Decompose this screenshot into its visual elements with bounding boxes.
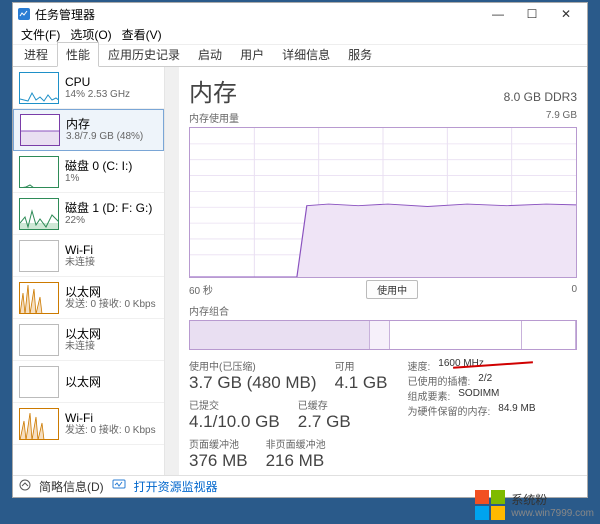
cpu-thumb (19, 72, 59, 104)
stat-cached-label: 已缓存 (298, 397, 351, 412)
stat-avail-value: 4.1 GB (335, 373, 388, 393)
stat-nonpaged-value: 216 MB (266, 451, 326, 471)
eth2-thumb (19, 366, 59, 398)
tab-startup[interactable]: 启动 (189, 42, 231, 66)
stat-paged-label: 页面缓冲池 (189, 436, 248, 451)
sidebar-item-label: 以太网 (65, 327, 101, 341)
kv-slots-value: 2/2 (478, 373, 492, 388)
stat-avail-label: 可用 (335, 358, 388, 373)
sidebar-item-disk0[interactable]: 磁盘 0 (C: I:)1% (13, 151, 164, 193)
page-title: 内存 (189, 73, 237, 108)
sidebar-item-sub: 发送: 0 接收: 0 Kbps (65, 299, 156, 311)
stat-inuse-label: 使用中(已压缩) (189, 358, 317, 373)
minimize-button[interactable]: — (481, 4, 515, 24)
memory-hardware: 8.0 GB DDR3 (504, 90, 577, 104)
memory-chart (189, 127, 577, 278)
sidebar-item-sub: 未连接 (65, 341, 101, 353)
disk0-thumb (19, 156, 59, 188)
usage-max: 7.9 GB (546, 110, 577, 125)
sidebar-item-label: CPU (65, 75, 130, 89)
sidebar-item-disk1[interactable]: 磁盘 1 (D: F: G:)22% (13, 193, 164, 235)
kv-hw-value: 84.9 MB (498, 403, 535, 418)
sidebar-item-eth2[interactable]: 以太网 (13, 361, 164, 403)
main-panel: 内存 8.0 GB DDR3 内存使用量 7.9 GB (179, 67, 587, 475)
window-title: 任务管理器 (35, 6, 481, 23)
sidebar-item-memory[interactable]: 内存3.8/7.9 GB (48%) (13, 109, 164, 151)
tab-users[interactable]: 用户 (231, 42, 273, 66)
tab-services[interactable]: 服务 (339, 42, 381, 66)
windows-logo-icon (475, 490, 505, 520)
fewer-details-button[interactable]: 简略信息(D) (39, 478, 104, 495)
sidebar-item-label: 以太网 (65, 285, 156, 299)
watermark-text: 系统粉 (511, 491, 594, 508)
sidebar-item-label: Wi-Fi (65, 411, 156, 425)
x-left: 60 秒 (189, 282, 213, 297)
sidebar-item-label: 磁盘 0 (C: I:) (65, 159, 132, 173)
sidebar-item-sub: 14% 2.53 GHz (65, 89, 130, 101)
tabbar: 进程 性能 应用历史记录 启动 用户 详细信息 服务 (13, 45, 587, 67)
maximize-button[interactable]: ☐ (515, 4, 549, 24)
sidebar-item-cpu[interactable]: CPU14% 2.53 GHz (13, 67, 164, 109)
kv-hw-label: 为硬件保留的内存: (407, 403, 490, 418)
stat-commit-value: 4.1/10.0 GB (189, 412, 280, 432)
tab-details[interactable]: 详细信息 (273, 42, 339, 66)
sidebar-item-wifi1[interactable]: Wi-Fi发送: 0 接收: 0 Kbps (13, 403, 164, 445)
wifi0-thumb (19, 240, 59, 272)
app-icon (17, 7, 31, 21)
stat-nonpaged-label: 非页面缓冲池 (266, 436, 326, 451)
kv-form-label: 组成要素: (407, 388, 450, 403)
sidebar: CPU14% 2.53 GHz 内存3.8/7.9 GB (48%) 磁盘 0 … (13, 67, 165, 475)
stat-cached-value: 2.7 GB (298, 412, 351, 432)
stat-inuse-value: 3.7 GB (480 MB) (189, 373, 317, 393)
titlebar[interactable]: 任务管理器 — ☐ ✕ (13, 3, 587, 25)
kv-slots-label: 已使用的插槽: (407, 373, 470, 388)
tab-processes[interactable]: 进程 (15, 42, 57, 66)
stat-commit-label: 已提交 (189, 397, 280, 412)
sidebar-item-sub: 3.8/7.9 GB (48%) (66, 131, 143, 143)
disk1-thumb (19, 198, 59, 230)
monitor-icon (112, 479, 126, 494)
sidebar-item-label: 磁盘 1 (D: F: G:) (65, 201, 152, 215)
sidebar-item-sub: 未连接 (65, 257, 95, 269)
sidebar-item-eth0[interactable]: 以太网发送: 0 接收: 0 Kbps (13, 277, 164, 319)
x-right: 0 (571, 284, 577, 295)
memory-composition (189, 320, 577, 350)
sidebar-scrollbar[interactable] (165, 67, 179, 475)
eth1-thumb (19, 324, 59, 356)
chevron-up-icon[interactable] (19, 479, 31, 494)
slots-label: 内存组合 (189, 303, 577, 318)
sidebar-item-label: Wi-Fi (65, 243, 95, 257)
sidebar-item-sub: 发送: 0 接收: 0 Kbps (65, 425, 156, 437)
sidebar-item-sub: 22% (65, 215, 152, 227)
sidebar-item-sub: 1% (65, 173, 132, 185)
sidebar-item-wifi0[interactable]: Wi-Fi未连接 (13, 235, 164, 277)
kv-form-value: SODIMM (458, 388, 499, 403)
watermark: 系统粉 www.win7999.com (475, 490, 594, 520)
wifi1-thumb (19, 408, 59, 440)
sidebar-item-label: 内存 (66, 117, 143, 131)
open-resource-monitor-link[interactable]: 打开资源监视器 (134, 478, 218, 495)
stat-paged-value: 376 MB (189, 451, 248, 471)
tab-history[interactable]: 应用历史记录 (99, 42, 189, 66)
kv-speed-label: 速度: (407, 358, 430, 373)
task-manager-window: 任务管理器 — ☐ ✕ 文件(F) 选项(O) 查看(V) 进程 性能 应用历史… (12, 2, 588, 498)
sidebar-item-label: 以太网 (65, 375, 101, 389)
tab-performance[interactable]: 性能 (57, 42, 99, 67)
usage-label: 内存使用量 (189, 110, 239, 125)
sidebar-item-eth1[interactable]: 以太网未连接 (13, 319, 164, 361)
left-edge (0, 0, 12, 500)
watermark-sub: www.win7999.com (511, 508, 594, 519)
close-button[interactable]: ✕ (549, 4, 583, 24)
eth0-thumb (19, 282, 59, 314)
inuse-pill[interactable]: 使用中 (366, 280, 418, 299)
body: CPU14% 2.53 GHz 内存3.8/7.9 GB (48%) 磁盘 0 … (13, 67, 587, 475)
memory-thumb (20, 114, 60, 146)
